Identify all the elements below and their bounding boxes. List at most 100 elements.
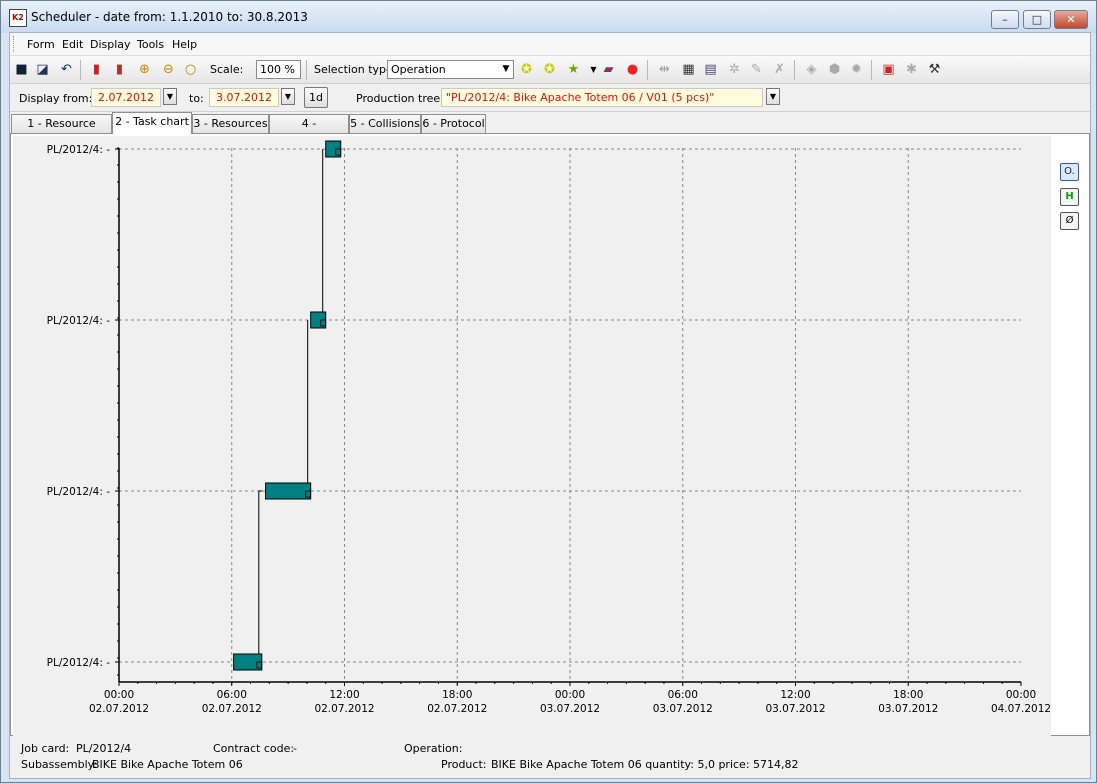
row-label: PL/2012/4: - [47,144,111,156]
minimize-button[interactable]: – [991,10,1019,29]
tab-strip: 1 - Resource chart 2 - Task chart 3 - Re… [10,112,1090,148]
link-mode-button[interactable]: H [1060,188,1079,206]
window-title: Scheduler - date from: 1.1.2010 to: 30.8… [31,10,308,24]
menu-display[interactable]: Display [90,38,131,51]
book-icon[interactable]: ▤ [702,61,719,78]
menu-edit[interactable]: Edit [62,38,83,51]
toolbar-separator [80,60,81,80]
star-remove-icon[interactable]: ✪ [541,61,558,78]
record-icon[interactable]: ● [624,61,641,78]
menu-bar: Form Edit Display Tools Help [10,33,1090,56]
task-bar[interactable] [310,311,327,329]
x-tick-label-time: 00:00 [1006,689,1036,701]
toolbar-separator [871,60,872,80]
row-label: PL/2012/4: - [47,315,111,327]
title-bar: K2 Scheduler - date from: 1.1.2010 to: 3… [1,1,1096,33]
star-green-icon[interactable]: ★ [565,61,582,78]
x-tick-label-date: 04.07.2012 [991,703,1051,715]
scale-input[interactable]: 100 % [256,60,301,79]
task-bar[interactable] [233,653,263,671]
gear-icon[interactable]: ✹ [848,61,865,78]
hexagon-icon[interactable]: ⬢ [826,61,843,78]
job-card-value: PL/2012/4 [76,742,132,755]
display-to-input[interactable]: 3.07.2012 [209,88,279,107]
zoom-in-icon[interactable]: ⊕ [136,61,153,78]
display-to-dropdown-icon[interactable]: ▼ [281,88,295,105]
production-tree-dropdown-icon[interactable]: ▼ [766,88,780,105]
display-from-dropdown-icon[interactable]: ▼ [163,88,177,105]
one-day-button[interactable]: 1d [304,87,328,108]
screenshot-icon[interactable]: ▣ [880,61,897,78]
task-chart-panel: 00:00 02.07.2012 06:00 02.07.2012 12:00 02.07… [10,133,1090,736]
status-area: Job card: PL/2012/4 Contract code: - Ope… [10,737,1090,778]
unpin-icon[interactable]: ✗ [771,61,788,78]
close-button[interactable]: ✕ [1054,10,1088,29]
production-tree-input[interactable]: "PL/2012/4: Bike Apache Totem 06 / V01 (… [441,88,763,107]
display-from-input[interactable]: 2.07.2012 [91,88,161,107]
app-icon: K2 [9,9,27,27]
operation-label: Operation: [404,742,463,755]
x-tick-label-time: 12:00 [329,689,359,701]
save-and-close-icon[interactable]: ◪ [34,61,51,78]
row-label: PL/2012/4: - [47,486,111,498]
x-tick-label-time: 06:00 [668,689,698,701]
tab-resources[interactable]: 3 - Resources [192,114,269,133]
x-tick-label-date: 03.07.2012 [540,703,600,715]
toolbar-separator [794,60,795,80]
x-tick-label-date: 03.07.2012 [765,703,825,715]
client-area: Form Edit Display Tools Help ■ ◪ ↶ ▮ ▮ ⊕… [9,32,1091,779]
toolbar-separator [647,60,648,80]
x-tick-label-date: 02.07.2012 [202,703,262,715]
zoom-out-icon[interactable]: ⊖ [160,61,177,78]
task-bar[interactable] [265,482,312,500]
operation-mode-button[interactable]: O. [1060,163,1079,181]
menu-form[interactable]: Form [27,38,55,51]
display-from-label: Display from: [19,92,93,105]
to-label: to: [189,92,204,105]
tab-documents[interactable]: 4 - Documents [269,114,349,148]
books-icon[interactable]: ▰ [600,61,617,78]
row-label: PL/2012/4: - [47,657,111,669]
star-add-icon[interactable]: ✪ [518,61,535,78]
dependency-link [258,490,263,662]
tab-protocol[interactable]: 6 - Protocol [421,114,486,133]
selection-type-value: Operation [391,63,446,76]
menu-help[interactable]: Help [172,38,197,51]
menu-tools[interactable]: Tools [137,38,164,51]
selection-type-select[interactable]: Operation ▼ [387,60,514,79]
x-tick-label-date: 02.07.2012 [427,703,487,715]
align-icon[interactable]: ⇹ [656,61,673,78]
task-gantt-chart[interactable]: 00:00 02.07.2012 06:00 02.07.2012 12:00 02.07… [13,136,1051,736]
calendar-icon[interactable]: ▦ [680,61,697,78]
pin-icon[interactable]: ✎ [748,61,765,78]
x-tick-label-time: 18:00 [442,689,472,701]
production-tree-label: Production tree: [356,92,444,105]
bug-icon[interactable]: ✲ [726,61,743,78]
subassembly-value: BIKE Bike Apache Totem 06 [92,758,243,771]
undo-icon[interactable]: ↶ [58,61,75,78]
contract-code-label: Contract code: [213,742,295,755]
scheduler-window: K2 Scheduler - date from: 1.1.2010 to: 3… [0,0,1097,783]
zoom-icon[interactable]: ○ [182,61,199,78]
task-bar[interactable] [325,140,342,158]
bar-chart-2-icon[interactable]: ▮ [111,61,128,78]
download-icon[interactable]: ◈ [803,61,820,78]
subassembly-label: Subassembly: [21,758,98,771]
tab-task-chart[interactable]: 2 - Task chart [112,112,192,134]
chart-area: 00:00 02.07.2012 06:00 02.07.2012 12:00 02.07… [13,136,1051,736]
tab-resource-chart[interactable]: 1 - Resource chart [11,114,112,148]
menu-grip [13,36,16,52]
scale-label: Scale: [210,63,244,76]
edit-mode-button[interactable]: Ø [1060,212,1079,230]
product-label: Product: [441,758,487,771]
x-tick-label-time: 18:00 [893,689,923,701]
x-tick-label-date: 03.07.2012 [653,703,713,715]
save-icon[interactable]: ■ [13,61,30,78]
maximize-button[interactable]: □ [1023,10,1051,29]
bar-chart-icon[interactable]: ▮ [88,61,105,78]
tab-collisions[interactable]: 5 - Collisions [349,114,421,133]
toolbar-separator [306,60,307,80]
hammer-icon[interactable]: ⚒ [926,61,943,78]
chevron-down-icon: ▼ [502,64,510,74]
tools-gray-icon[interactable]: ✱ [903,61,920,78]
